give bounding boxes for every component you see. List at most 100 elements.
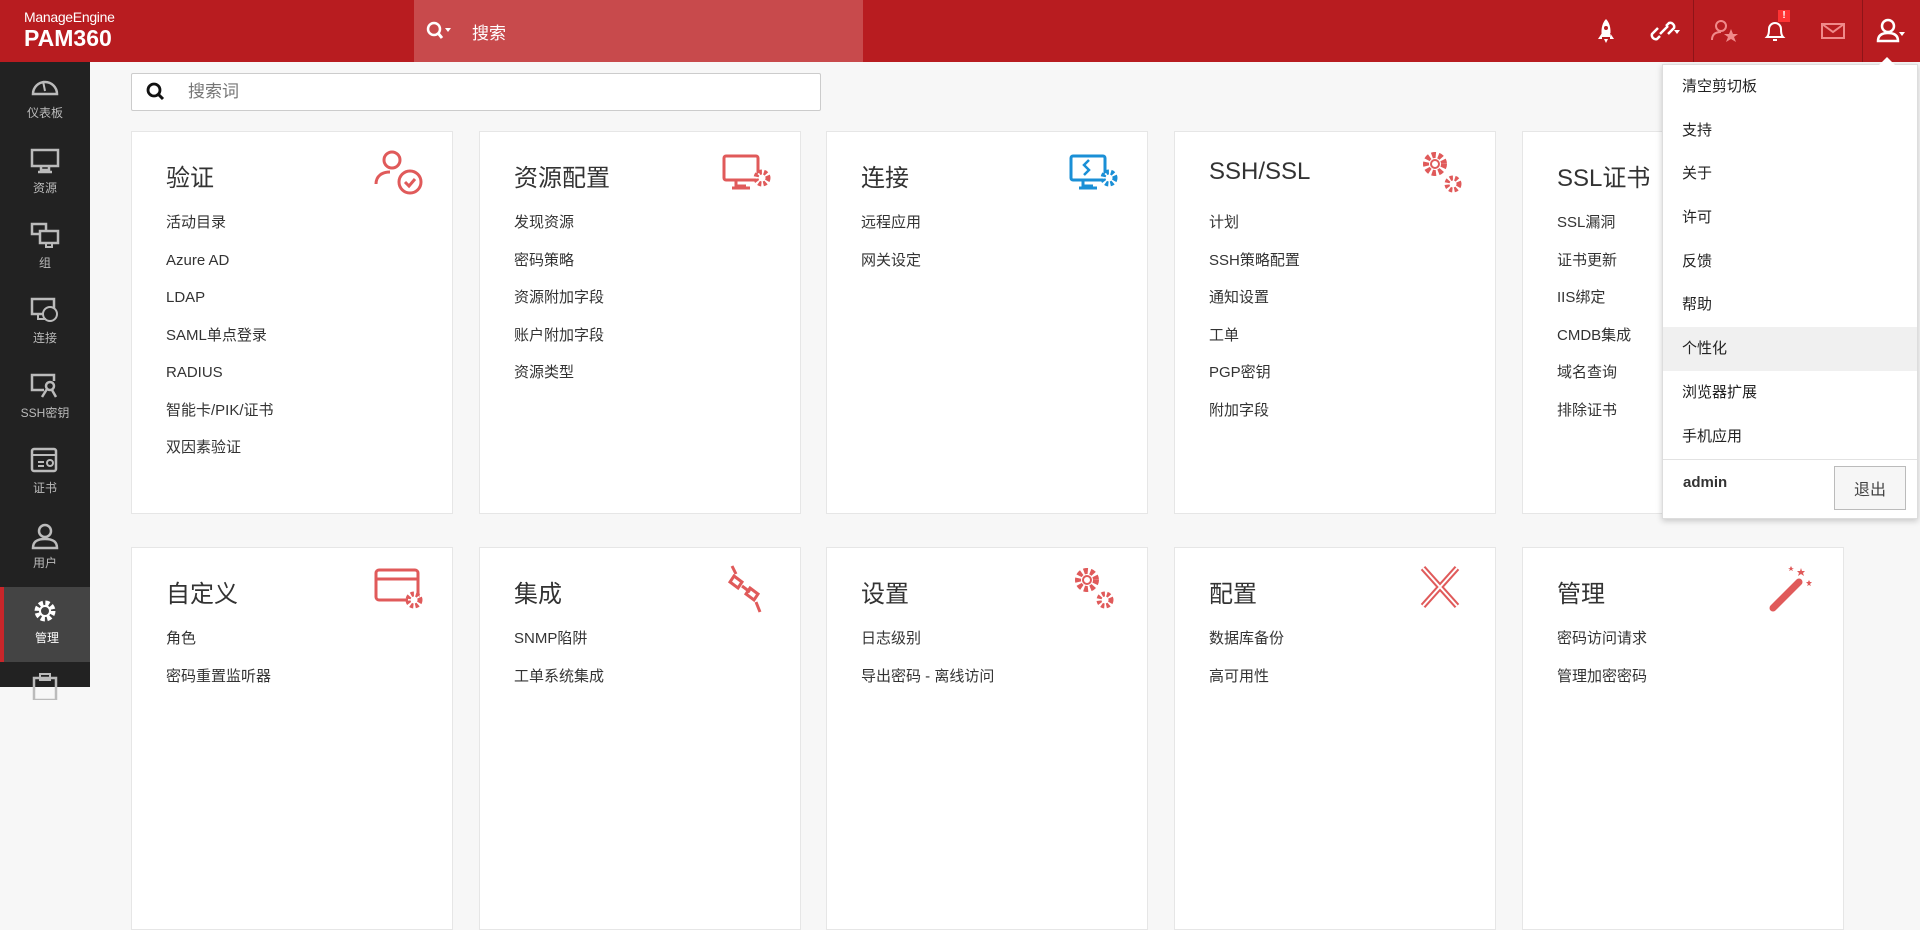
user-icon bbox=[31, 523, 59, 550]
dropdown-item[interactable]: 清空剪切板 bbox=[1663, 65, 1917, 109]
user-icon bbox=[1876, 18, 1905, 43]
card-link[interactable]: 工单 bbox=[1209, 317, 1300, 355]
dropdown-item[interactable]: 个性化 bbox=[1663, 327, 1917, 371]
logout-button[interactable]: 退出 bbox=[1834, 466, 1906, 510]
global-search-label: 搜索 bbox=[472, 23, 506, 43]
user-menu-button[interactable] bbox=[1866, 0, 1916, 62]
card-link[interactable]: 角色 bbox=[166, 620, 271, 658]
card-link[interactable]: 附加字段 bbox=[1209, 392, 1300, 430]
sidebar-item-certificates[interactable]: 证书 bbox=[0, 437, 90, 512]
gear-icon bbox=[34, 600, 56, 622]
card-link[interactable]: 排除证书 bbox=[1557, 392, 1631, 430]
sidebar-item-label: SSH密钥 bbox=[20, 406, 70, 420]
sidebar-item-users[interactable]: 用户 bbox=[0, 512, 90, 587]
dropdown-item[interactable]: 浏览器扩展 bbox=[1663, 371, 1917, 415]
card-link[interactable]: 日志级别 bbox=[861, 620, 994, 658]
monitor-icon bbox=[30, 148, 60, 174]
card-link[interactable]: 数据库备份 bbox=[1209, 620, 1284, 658]
card-link[interactable]: SNMP陷阱 bbox=[514, 620, 604, 658]
sidebar-item-label: 资源 bbox=[32, 181, 57, 195]
card-link[interactable]: 导出密码 - 离线访问 bbox=[861, 658, 994, 696]
sidebar-item-more[interactable] bbox=[0, 662, 90, 737]
dropdown-item[interactable]: 许可 bbox=[1663, 196, 1917, 240]
settings-card: 资源配置 发现资源 密码策略 资源附加字段 账户附加字段 资源类型 bbox=[479, 131, 801, 514]
settings-search[interactable] bbox=[131, 73, 821, 111]
sidebar-item-admin[interactable]: 管理 bbox=[0, 587, 90, 662]
settings-card: SSH/SSL 计划 SSH策略配置 通知设置 工单 PGP密钥 附加字段 bbox=[1174, 131, 1496, 514]
card-title: 自定义 bbox=[166, 581, 238, 608]
sidebar-item-label: 连接 bbox=[32, 331, 57, 345]
card-link[interactable]: 活动目录 bbox=[166, 204, 274, 242]
card-link[interactable]: 证书更新 bbox=[1557, 242, 1631, 280]
sidebar: 仪表板 资源 组 连接 SSH密钥 证书 用户 管理 bbox=[0, 62, 90, 700]
mail-icon[interactable] bbox=[1808, 0, 1858, 62]
card-link[interactable]: Azure AD bbox=[166, 242, 274, 280]
card-link[interactable]: CMDB集成 bbox=[1557, 317, 1631, 355]
card-title: SSL证书 bbox=[1557, 165, 1651, 192]
settings-card: 设置 日志级别 导出密码 - 离线访问 bbox=[826, 547, 1148, 930]
sidebar-item-resources[interactable]: 资源 bbox=[0, 137, 90, 212]
card-title: 验证 bbox=[166, 165, 214, 192]
sidebar-item-label: 管理 bbox=[34, 631, 59, 645]
settings-card: 验证 活动目录 Azure AD LDAP SAML单点登录 RADIUS 智能卡/PIK… bbox=[131, 131, 453, 514]
link-icon[interactable] bbox=[1640, 0, 1690, 62]
card-link[interactable]: 双因素验证 bbox=[166, 429, 274, 467]
dropdown-item[interactable]: 手机应用 bbox=[1663, 415, 1917, 459]
settings-card: 配置 数据库备份 高可用性 bbox=[1174, 547, 1496, 930]
card-link[interactable]: SAML单点登录 bbox=[166, 317, 274, 355]
sidebar-item-label: 仪表板 bbox=[26, 106, 63, 120]
card-link[interactable]: 域名查询 bbox=[1557, 354, 1631, 392]
card-link[interactable]: 密码重置监听器 bbox=[166, 658, 271, 696]
card-link[interactable]: 网关设定 bbox=[861, 242, 921, 280]
dropdown-item[interactable]: 关于 bbox=[1663, 152, 1917, 196]
card-link[interactable]: 通知设置 bbox=[1209, 279, 1300, 317]
settings-search-input[interactable] bbox=[188, 82, 788, 102]
gears-icon bbox=[1423, 152, 1462, 193]
sidebar-item-dashboard[interactable]: 仪表板 bbox=[0, 62, 90, 137]
user-star-icon[interactable] bbox=[1700, 0, 1750, 62]
sidebar-item-groups[interactable]: 组 bbox=[0, 212, 90, 287]
card-link[interactable]: 智能卡/PIK/证书 bbox=[166, 392, 274, 430]
logo[interactable]: ManageEngine PAM360 bbox=[24, 9, 115, 51]
notification-bell-icon[interactable]: ! bbox=[1750, 0, 1800, 62]
search-icon bbox=[146, 82, 165, 101]
card-title: 配置 bbox=[1209, 581, 1257, 608]
card-title: 连接 bbox=[861, 165, 909, 192]
card-link[interactable]: PGP密钥 bbox=[1209, 354, 1300, 392]
dropdown-item[interactable]: 支持 bbox=[1663, 109, 1917, 153]
product-name: PAM360 bbox=[24, 25, 112, 51]
username: admin bbox=[1683, 474, 1728, 491]
card-link[interactable]: 资源类型 bbox=[514, 354, 604, 392]
card-title: SSH/SSL bbox=[1209, 158, 1311, 185]
card-gear-icon bbox=[374, 568, 423, 609]
plug-icon bbox=[727, 565, 762, 613]
card-link[interactable]: RADIUS bbox=[166, 354, 274, 392]
card-link[interactable]: 高可用性 bbox=[1209, 658, 1284, 696]
card-link[interactable]: 密码访问请求 bbox=[1557, 620, 1647, 658]
card-title: 设置 bbox=[861, 581, 909, 608]
card-link[interactable]: SSL漏洞 bbox=[1557, 204, 1631, 242]
card-link[interactable]: SSH策略配置 bbox=[1209, 242, 1300, 280]
certificate-icon bbox=[30, 447, 58, 473]
global-search[interactable]: 搜索 bbox=[414, 0, 863, 62]
card-link[interactable]: 发现资源 bbox=[514, 204, 604, 242]
card-link[interactable]: 工单系统集成 bbox=[514, 658, 604, 696]
card-link[interactable]: 远程应用 bbox=[861, 204, 921, 242]
card-link[interactable]: 密码策略 bbox=[514, 242, 604, 280]
card-link[interactable]: 管理加密密码 bbox=[1557, 658, 1647, 696]
rocket-icon[interactable] bbox=[1581, 0, 1631, 62]
card-link[interactable]: IIS绑定 bbox=[1557, 279, 1631, 317]
card-link[interactable]: 计划 bbox=[1209, 204, 1300, 242]
card-link[interactable]: 资源附加字段 bbox=[514, 279, 604, 317]
dropdown-footer: admin 退出 bbox=[1663, 459, 1917, 520]
sidebar-item-ssh-keys[interactable]: SSH密钥 bbox=[0, 362, 90, 437]
tools-icon bbox=[1420, 565, 1460, 609]
card-title: 集成 bbox=[514, 581, 562, 608]
sidebar-item-connections[interactable]: 连接 bbox=[0, 287, 90, 362]
dropdown-item[interactable]: 帮助 bbox=[1663, 283, 1917, 327]
user-check-icon bbox=[374, 150, 423, 195]
card-link[interactable]: 账户附加字段 bbox=[514, 317, 604, 355]
user-dropdown-menu: 清空剪切板 支持 关于 许可 反馈 帮助 个性化 浏览器扩展 手机应用 admin 退出 bbox=[1662, 57, 1918, 520]
dropdown-item[interactable]: 反馈 bbox=[1663, 240, 1917, 284]
card-link[interactable]: LDAP bbox=[166, 279, 274, 317]
